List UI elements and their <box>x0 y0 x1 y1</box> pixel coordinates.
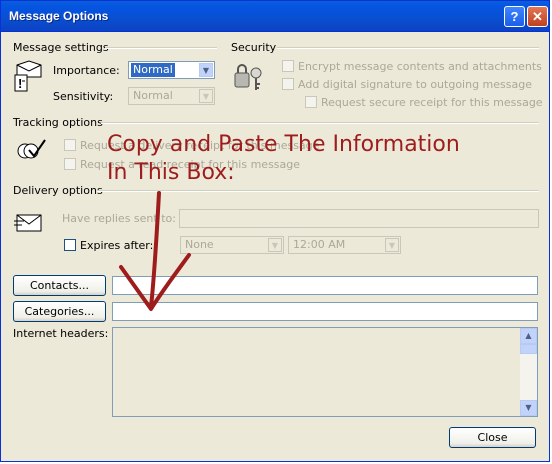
message-options-dialog: Message Options ? ✕ Message settings ! I… <box>0 0 550 462</box>
expires-checkbox[interactable] <box>64 239 76 251</box>
scroll-up-icon[interactable]: ▲ <box>520 328 537 344</box>
title-bar: Message Options ? ✕ <box>1 1 549 32</box>
importance-label: Importance: <box>53 64 120 77</box>
tracking-check-icon <box>17 139 46 159</box>
keys-lock-icon <box>234 64 262 90</box>
importance-value: Normal <box>131 63 175 77</box>
encrypt-checkbox[interactable] <box>282 60 294 72</box>
sensitivity-label: Sensitivity: <box>53 90 114 103</box>
internet-headers-label: Internet headers: <box>13 327 109 340</box>
internet-headers-textarea[interactable]: ▲ ▼ <box>112 327 538 417</box>
annotation-arrow-icon <box>119 191 191 311</box>
chevron-down-icon[interactable]: ▼ <box>199 63 213 77</box>
vertical-scrollbar[interactable]: ▲ ▼ <box>520 328 537 416</box>
divider <box>277 47 539 49</box>
contacts-button-label: Contacts... <box>29 279 90 292</box>
sensitivity-select[interactable]: Normal ▼ <box>128 87 215 105</box>
categories-button[interactable]: Categories... <box>13 301 106 322</box>
expires-time-select[interactable]: 12:00 AM ▼ <box>288 236 401 254</box>
delivery-options-header: Delivery options <box>13 184 103 197</box>
scroll-down-icon[interactable]: ▼ <box>520 400 537 416</box>
signature-checkbox[interactable] <box>282 78 294 90</box>
expires-time-value: 12:00 AM <box>293 238 346 251</box>
message-flag-icon: ! <box>14 60 42 92</box>
categories-button-label: Categories... <box>24 305 95 318</box>
chevron-down-icon[interactable]: ▼ <box>385 238 399 252</box>
divider <box>101 122 539 124</box>
close-button-label: Close <box>477 431 508 444</box>
replies-field[interactable] <box>179 209 539 228</box>
delivery-receipt-checkbox[interactable] <box>64 139 76 151</box>
delivery-envelope-icon <box>14 214 42 232</box>
tracking-options-header: Tracking options <box>13 116 103 129</box>
signature-label: Add digital signature to outgoing messag… <box>298 78 532 91</box>
message-settings-header: Message settings <box>13 41 109 54</box>
secure-receipt-checkbox[interactable] <box>305 96 317 108</box>
read-receipt-checkbox[interactable] <box>64 158 76 170</box>
contacts-button[interactable]: Contacts... <box>13 275 106 296</box>
security-header: Security <box>231 41 277 54</box>
help-button[interactable]: ? <box>504 6 525 27</box>
secure-receipt-label: Request secure receipt for this message <box>321 96 543 109</box>
svg-text:!: ! <box>18 76 22 91</box>
annotation-line-2: In This Box: <box>107 160 235 185</box>
close-window-button[interactable]: ✕ <box>527 6 548 27</box>
encrypt-label: Encrypt message contents and attachments <box>298 60 542 73</box>
annotation-line-1: Copy and Paste The Information <box>107 132 460 157</box>
scroll-thumb[interactable] <box>520 344 537 354</box>
importance-select[interactable]: Normal ▼ <box>128 61 215 79</box>
divider <box>105 47 217 49</box>
close-button[interactable]: Close <box>449 427 536 448</box>
chevron-down-icon[interactable]: ▼ <box>268 238 282 252</box>
sensitivity-value: Normal <box>133 89 173 102</box>
chevron-down-icon[interactable]: ▼ <box>199 89 213 103</box>
window-title: Message Options <box>9 9 109 23</box>
